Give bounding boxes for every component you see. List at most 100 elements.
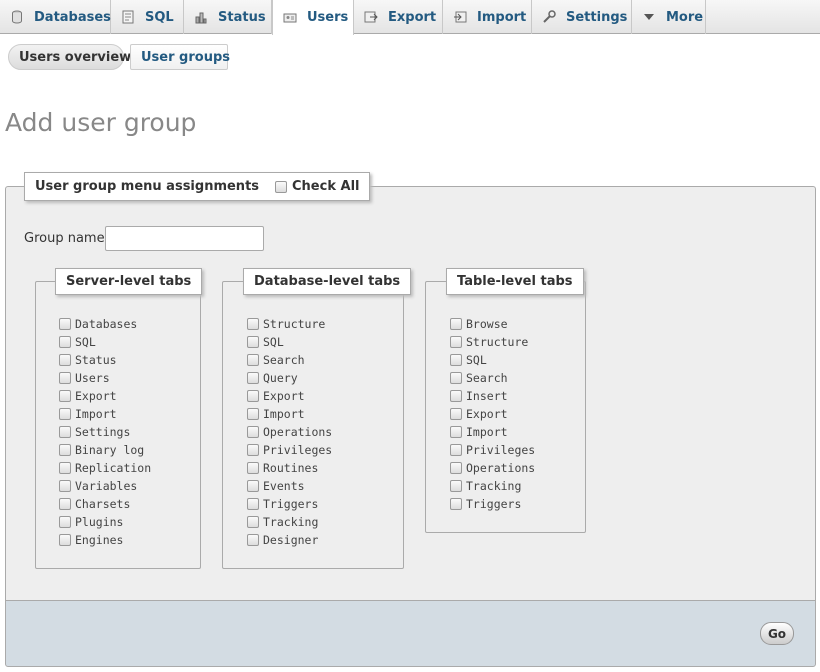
tab-checkbox[interactable]: [450, 498, 462, 510]
tab-checkbox-label[interactable]: Triggers: [263, 497, 318, 511]
tab-checkbox[interactable]: [247, 390, 259, 402]
tab-export[interactable]: Export: [354, 0, 443, 34]
tab-checkbox-label[interactable]: Export: [466, 407, 508, 421]
tab-checkbox[interactable]: [247, 336, 259, 348]
tab-checkbox[interactable]: [59, 480, 71, 492]
database-tab-option[interactable]: Designer: [247, 531, 332, 549]
database-tab-option[interactable]: Tracking: [247, 513, 332, 531]
tab-checkbox[interactable]: [59, 498, 71, 510]
tab-checkbox[interactable]: [247, 444, 259, 456]
table-tab-option[interactable]: Search: [450, 369, 535, 387]
server-tab-option[interactable]: Databases: [59, 315, 151, 333]
tab-checkbox[interactable]: [450, 354, 462, 366]
tab-checkbox-label[interactable]: Plugins: [75, 515, 123, 529]
table-tab-option[interactable]: Triggers: [450, 495, 535, 513]
tab-checkbox-label[interactable]: SQL: [75, 335, 96, 349]
database-tab-option[interactable]: Events: [247, 477, 332, 495]
database-tab-option[interactable]: Import: [247, 405, 332, 423]
tab-more[interactable]: More: [632, 0, 706, 34]
server-tab-option[interactable]: Variables: [59, 477, 151, 495]
tab-checkbox-label[interactable]: Binary log: [75, 443, 144, 457]
tab-settings[interactable]: Settings: [532, 0, 632, 34]
server-tab-option[interactable]: Export: [59, 387, 151, 405]
database-tab-option[interactable]: Operations: [247, 423, 332, 441]
database-tab-option[interactable]: Structure: [247, 315, 332, 333]
tab-checkbox[interactable]: [450, 408, 462, 420]
tab-import[interactable]: Import: [443, 0, 532, 34]
tab-checkbox[interactable]: [59, 390, 71, 402]
users-overview-button[interactable]: Users overview: [8, 44, 131, 70]
tab-checkbox-label[interactable]: Engines: [75, 533, 123, 547]
tab-checkbox-label[interactable]: Tracking: [263, 515, 318, 529]
tab-checkbox-label[interactable]: Search: [466, 371, 508, 385]
tab-checkbox-label[interactable]: Import: [466, 425, 508, 439]
database-tab-option[interactable]: Search: [247, 351, 332, 369]
group-name-input[interactable]: [105, 226, 264, 251]
tab-checkbox[interactable]: [450, 480, 462, 492]
tab-checkbox-label[interactable]: Insert: [466, 389, 508, 403]
tab-checkbox[interactable]: [59, 534, 71, 546]
table-tab-option[interactable]: Import: [450, 423, 535, 441]
tab-checkbox[interactable]: [247, 426, 259, 438]
tab-checkbox[interactable]: [450, 336, 462, 348]
tab-checkbox-label[interactable]: Tracking: [466, 479, 521, 493]
tab-checkbox-label[interactable]: Variables: [75, 479, 137, 493]
tab-checkbox[interactable]: [450, 390, 462, 402]
tab-checkbox[interactable]: [450, 426, 462, 438]
tab-databases[interactable]: Databases: [0, 0, 111, 34]
table-tab-option[interactable]: Structure: [450, 333, 535, 351]
tab-checkbox[interactable]: [450, 444, 462, 456]
database-tab-option[interactable]: Privileges: [247, 441, 332, 459]
user-groups-button[interactable]: User groups: [130, 44, 230, 70]
tab-checkbox[interactable]: [59, 354, 71, 366]
tab-checkbox[interactable]: [59, 516, 71, 528]
tab-checkbox[interactable]: [59, 318, 71, 330]
table-tab-option[interactable]: Browse: [450, 315, 535, 333]
tab-checkbox[interactable]: [450, 462, 462, 474]
tab-checkbox-label[interactable]: Export: [75, 389, 117, 403]
go-button[interactable]: Go: [760, 622, 794, 645]
tab-checkbox-label[interactable]: Privileges: [263, 443, 332, 457]
server-tab-option[interactable]: Replication: [59, 459, 151, 477]
tab-checkbox-label[interactable]: Structure: [466, 335, 528, 349]
tab-checkbox-label[interactable]: Events: [263, 479, 305, 493]
tab-checkbox-label[interactable]: Browse: [466, 317, 508, 331]
tab-sql[interactable]: SQL: [111, 0, 184, 34]
tab-checkbox[interactable]: [59, 336, 71, 348]
tab-checkbox[interactable]: [247, 498, 259, 510]
tab-checkbox[interactable]: [59, 444, 71, 456]
tab-checkbox[interactable]: [247, 354, 259, 366]
table-tab-option[interactable]: Tracking: [450, 477, 535, 495]
tab-checkbox[interactable]: [59, 408, 71, 420]
tab-checkbox-label[interactable]: Import: [263, 407, 305, 421]
tab-checkbox-label[interactable]: SQL: [263, 335, 284, 349]
server-tab-option[interactable]: Charsets: [59, 495, 151, 513]
server-tab-option[interactable]: Users: [59, 369, 151, 387]
check-all[interactable]: Check All: [275, 179, 359, 194]
tab-checkbox-label[interactable]: Query: [263, 371, 298, 385]
table-tab-option[interactable]: Privileges: [450, 441, 535, 459]
tab-checkbox[interactable]: [247, 534, 259, 546]
tab-checkbox[interactable]: [450, 318, 462, 330]
tab-checkbox[interactable]: [247, 408, 259, 420]
database-tab-option[interactable]: Query: [247, 369, 332, 387]
server-tab-option[interactable]: Import: [59, 405, 151, 423]
tab-checkbox-label[interactable]: Replication: [75, 461, 151, 475]
database-tab-option[interactable]: Triggers: [247, 495, 332, 513]
server-tab-option[interactable]: Plugins: [59, 513, 151, 531]
server-tab-option[interactable]: Settings: [59, 423, 151, 441]
tab-checkbox-label[interactable]: Charsets: [75, 497, 130, 511]
database-tab-option[interactable]: SQL: [247, 333, 332, 351]
table-tab-option[interactable]: SQL: [450, 351, 535, 369]
table-tab-option[interactable]: Insert: [450, 387, 535, 405]
tab-checkbox-label[interactable]: SQL: [466, 353, 487, 367]
tab-checkbox[interactable]: [450, 372, 462, 384]
tab-checkbox-label[interactable]: Status: [75, 353, 117, 367]
table-tab-option[interactable]: Operations: [450, 459, 535, 477]
tab-checkbox[interactable]: [247, 516, 259, 528]
tab-checkbox-label[interactable]: Import: [75, 407, 117, 421]
check-all-label[interactable]: Check All: [292, 179, 359, 194]
tab-checkbox[interactable]: [247, 372, 259, 384]
tab-checkbox-label[interactable]: Databases: [75, 317, 137, 331]
tab-checkbox-label[interactable]: Structure: [263, 317, 325, 331]
